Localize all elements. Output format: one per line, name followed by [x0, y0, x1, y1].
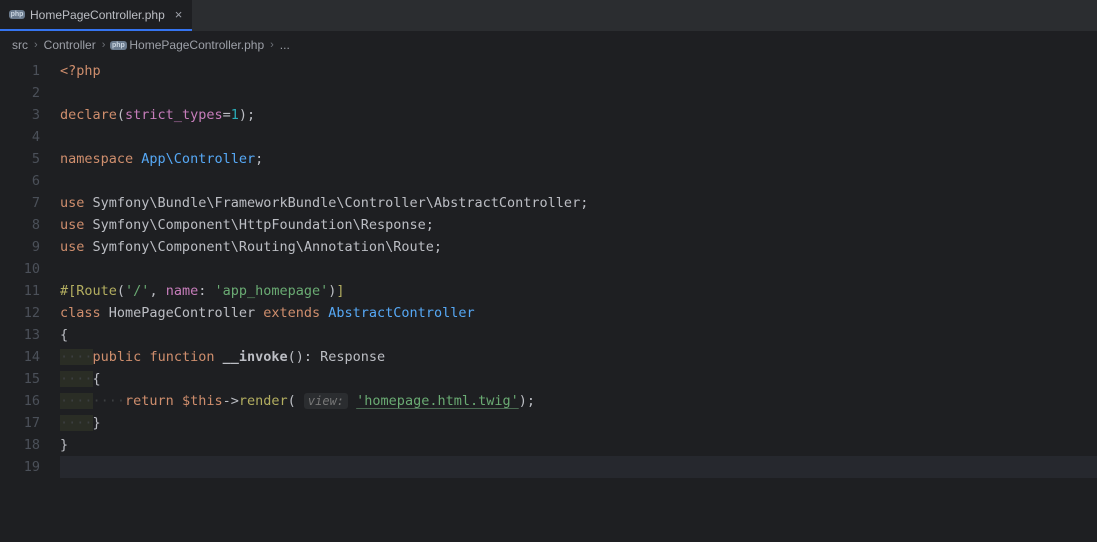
breadcrumb-part[interactable]: Controller: [44, 38, 96, 52]
line-number: 2: [0, 82, 40, 104]
line-number: 11: [0, 280, 40, 302]
chevron-right-icon: ›: [270, 39, 274, 51]
code-line: class HomePageController extends Abstrac…: [60, 302, 1097, 324]
line-number: 13: [0, 324, 40, 346]
line-number: 9: [0, 236, 40, 258]
line-number: 1: [0, 60, 40, 82]
code-line: ····}: [60, 412, 1097, 434]
tab-active[interactable]: php HomePageController.php ×: [0, 0, 192, 31]
breadcrumb-part[interactable]: HomePageController.php: [129, 38, 264, 52]
php-file-icon: php: [10, 8, 24, 22]
breadcrumb-part[interactable]: ...: [280, 38, 290, 52]
code-line: [60, 126, 1097, 148]
code-line: {: [60, 324, 1097, 346]
code-line: use Symfony\Bundle\FrameworkBundle\Contr…: [60, 192, 1097, 214]
line-number: 16: [0, 390, 40, 412]
line-gutter: 12345678910111213141516171819: [0, 58, 58, 542]
breadcrumb-part[interactable]: src: [12, 38, 28, 52]
code-line: declare(strict_types=1);: [60, 104, 1097, 126]
code-line: #[Route('/', name: 'app_homepage')]: [60, 280, 1097, 302]
line-number: 5: [0, 148, 40, 170]
code-line: [60, 170, 1097, 192]
chevron-right-icon: ›: [102, 39, 106, 51]
tab-filename: HomePageController.php: [30, 8, 165, 22]
line-number: 12: [0, 302, 40, 324]
code-line: }: [60, 434, 1097, 456]
code-line: ····public function __invoke(): Response: [60, 346, 1097, 368]
code-line: ········return $this->render( view: 'hom…: [60, 390, 1097, 412]
line-number: 10: [0, 258, 40, 280]
php-file-icon: php: [111, 38, 125, 52]
code-line: [60, 456, 1097, 478]
chevron-right-icon: ›: [34, 39, 38, 51]
vertical-scrollbar[interactable]: [1085, 58, 1097, 542]
code-line: <?php: [60, 60, 1097, 82]
line-number: 7: [0, 192, 40, 214]
code-line: use Symfony\Component\HttpFoundation\Res…: [60, 214, 1097, 236]
code-line: [60, 82, 1097, 104]
tab-bar: php HomePageController.php ×: [0, 0, 1097, 32]
code-line: ····{: [60, 368, 1097, 390]
line-number: 17: [0, 412, 40, 434]
line-number: 18: [0, 434, 40, 456]
line-number: 8: [0, 214, 40, 236]
line-number: 14: [0, 346, 40, 368]
code-area[interactable]: <?php declare(strict_types=1); namespace A…: [58, 58, 1097, 542]
code-line: namespace App\Controller;: [60, 148, 1097, 170]
breadcrumb: src › Controller › php HomePageControlle…: [0, 32, 1097, 58]
line-number: 6: [0, 170, 40, 192]
line-number: 4: [0, 126, 40, 148]
code-line: [60, 258, 1097, 280]
line-number: 19: [0, 456, 40, 478]
line-number: 3: [0, 104, 40, 126]
line-number: 15: [0, 368, 40, 390]
editor: 12345678910111213141516171819 <?phpdecla…: [0, 58, 1097, 542]
close-icon[interactable]: ×: [175, 7, 183, 22]
code-line: use Symfony\Component\Routing\Annotation…: [60, 236, 1097, 258]
